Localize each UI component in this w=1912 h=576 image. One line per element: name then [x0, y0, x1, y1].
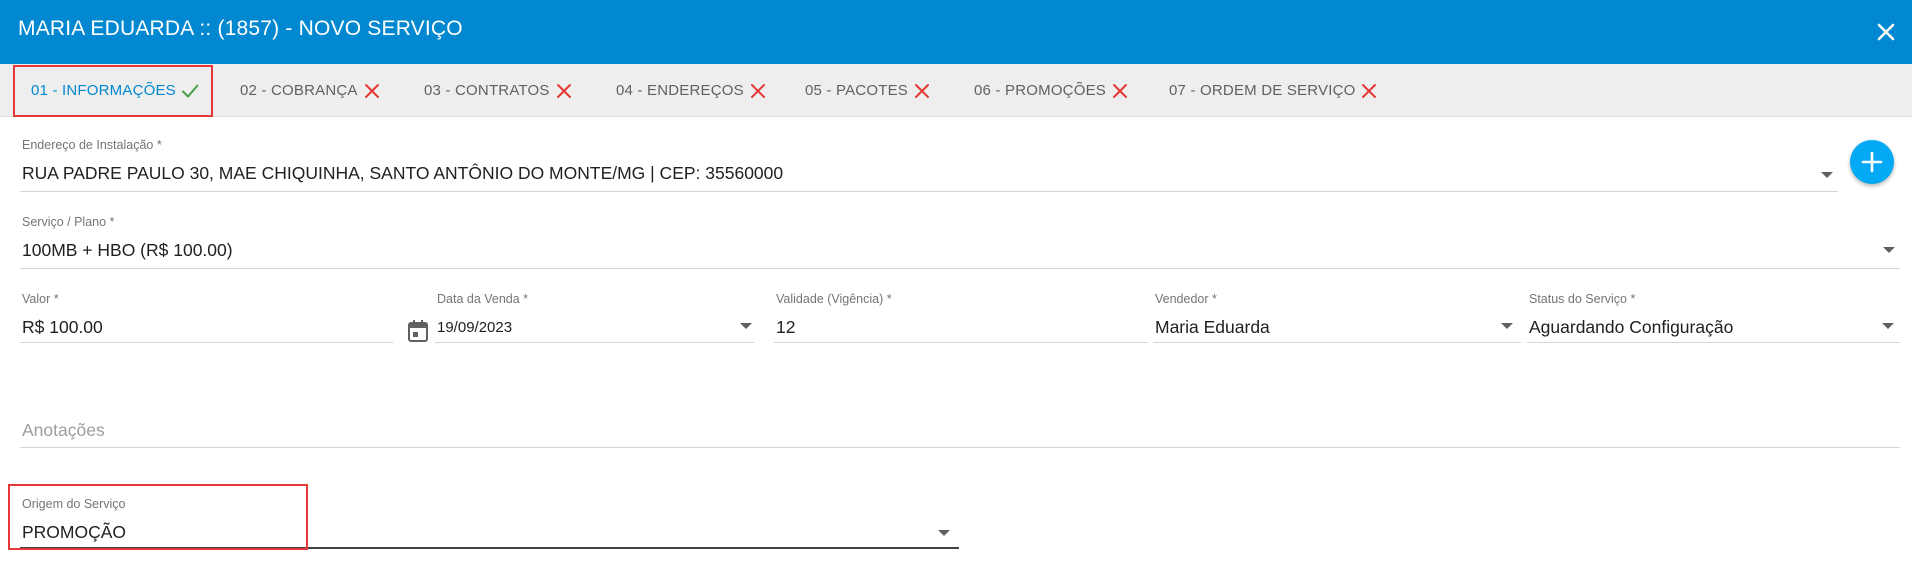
field-label: Endereço de Instalação * [22, 138, 162, 152]
status-servico-select[interactable]: Status do Serviço * Aguardando Configura… [1527, 292, 1900, 346]
endereco-select[interactable]: Endereço de Instalação * RUA PADRE PAULO… [20, 138, 1838, 192]
tab-label: 01 - INFORMAÇÕES [31, 82, 176, 99]
chevron-down-icon[interactable] [938, 530, 950, 536]
field-value: Aguardando Configuração [1529, 317, 1734, 337]
close-icon[interactable] [1872, 18, 1900, 46]
field-value: 19/09/2023 [437, 319, 513, 336]
tab-label: 06 - PROMOÇÕES [974, 82, 1106, 99]
tab-label: 04 - ENDEREÇOS [616, 82, 744, 99]
plus-icon [1861, 151, 1883, 173]
field-label: Origem do Serviço [22, 497, 126, 511]
vendedor-select[interactable]: Vendedor * Maria Eduarda [1153, 292, 1521, 346]
validade-input[interactable]: Validade (Vigência) * 12 [774, 292, 1148, 346]
anotacoes-textarea[interactable]: Anotações [20, 412, 1900, 448]
add-address-button[interactable] [1850, 140, 1894, 184]
x-icon [914, 83, 929, 98]
dialog-title: MARIA EDUARDA :: (1857) - NOVO SERVIÇO [18, 17, 463, 40]
tab-bar: 01 - INFORMAÇÕES 02 - COBRANÇA 03 - CONT… [0, 64, 1912, 117]
field-label: Status do Serviço * [1529, 292, 1636, 306]
chevron-down-icon[interactable] [1501, 323, 1513, 329]
tab-label: 03 - CONTRATOS [424, 82, 550, 99]
anotacoes-placeholder: Anotações [22, 420, 105, 440]
check-icon [181, 84, 199, 97]
data-venda-field[interactable]: Data da Venda * 19/09/2023 [435, 292, 754, 346]
tab-informacoes[interactable]: 01 - INFORMAÇÕES [31, 64, 200, 117]
field-label: Vendedor * [1155, 292, 1217, 306]
tab-ordem-de-servico[interactable]: 07 - ORDEM DE SERVIÇO [1169, 64, 1379, 117]
dialog-header: MARIA EDUARDA :: (1857) - NOVO SERVIÇO [0, 0, 1912, 64]
tab-label: 05 - PACOTES [805, 82, 908, 99]
x-icon [364, 83, 379, 98]
field-value: Maria Eduarda [1155, 317, 1270, 337]
x-icon [750, 83, 765, 98]
field-value: R$ 100.00 [22, 317, 103, 337]
tab-pacotes[interactable]: 05 - PACOTES [805, 64, 932, 117]
valor-input[interactable]: Valor * R$ 100.00 [20, 292, 393, 346]
field-label: Valor * [22, 292, 59, 306]
chevron-down-icon[interactable] [1882, 323, 1894, 329]
field-value: 12 [776, 317, 796, 337]
origem-servico-select[interactable]: Origem do Serviço PROMOÇÃO [20, 497, 959, 549]
tab-contratos[interactable]: 03 - CONTRATOS [424, 64, 574, 117]
tab-label: 02 - COBRANÇA [240, 82, 358, 99]
field-value: 100MB + HBO (R$ 100.00) [22, 240, 233, 260]
field-label: Serviço / Plano * [22, 215, 115, 229]
x-icon [1362, 83, 1377, 98]
field-value: PROMOÇÃO [22, 522, 127, 542]
servico-plano-select[interactable]: Serviço / Plano * 100MB + HBO (R$ 100.00… [20, 215, 1900, 269]
chevron-down-icon[interactable] [1821, 172, 1833, 178]
tab-label: 07 - ORDEM DE SERVIÇO [1169, 82, 1356, 99]
tab-promocoes[interactable]: 06 - PROMOÇÕES [974, 64, 1130, 117]
x-icon [556, 83, 571, 98]
x-icon [1113, 83, 1127, 98]
field-value: RUA PADRE PAULO 30, MAE CHIQUINHA, SANTO… [22, 163, 784, 183]
field-label: Data da Venda * [437, 292, 529, 306]
tab-cobranca[interactable]: 02 - COBRANÇA [240, 64, 382, 117]
chevron-down-icon[interactable] [1883, 247, 1895, 253]
chevron-down-icon[interactable] [740, 323, 752, 329]
tab-enderecos[interactable]: 04 - ENDEREÇOS [616, 64, 768, 117]
field-label: Validade (Vigência) * [776, 292, 892, 306]
calendar-icon[interactable] [407, 319, 429, 343]
